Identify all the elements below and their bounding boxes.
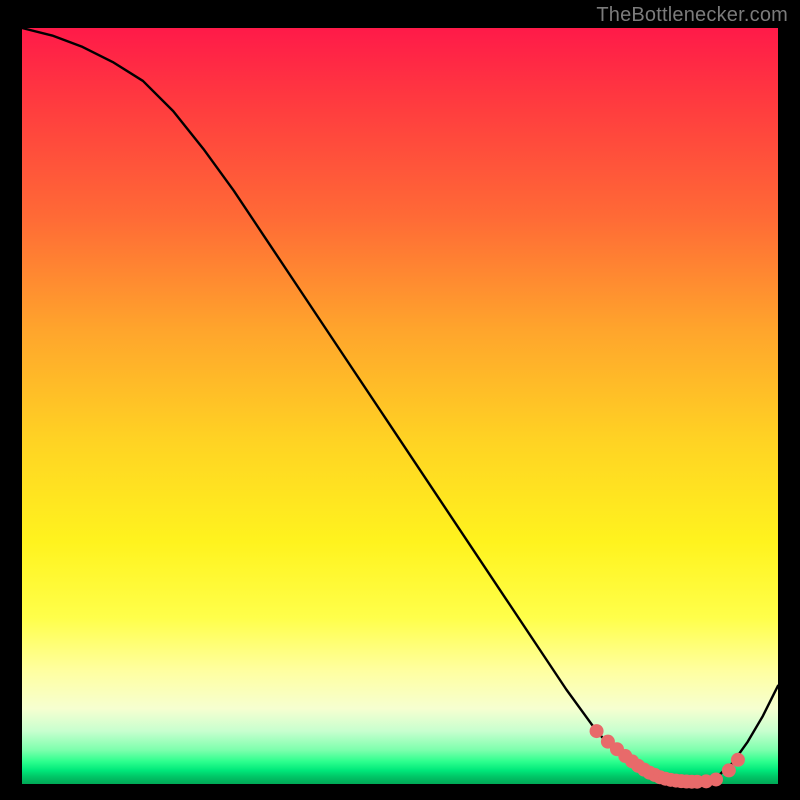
curve-marker bbox=[709, 772, 723, 786]
curve-markers bbox=[590, 724, 745, 789]
curve-marker bbox=[731, 753, 745, 767]
attribution-text: TheBottlenecker.com bbox=[596, 4, 788, 27]
bottleneck-curve bbox=[22, 28, 778, 782]
curve-marker bbox=[722, 763, 736, 777]
curve-layer bbox=[22, 28, 778, 784]
plot-area bbox=[22, 28, 778, 784]
curve-marker bbox=[590, 724, 604, 738]
chart-container: TheBottlenecker.com bbox=[0, 0, 800, 800]
